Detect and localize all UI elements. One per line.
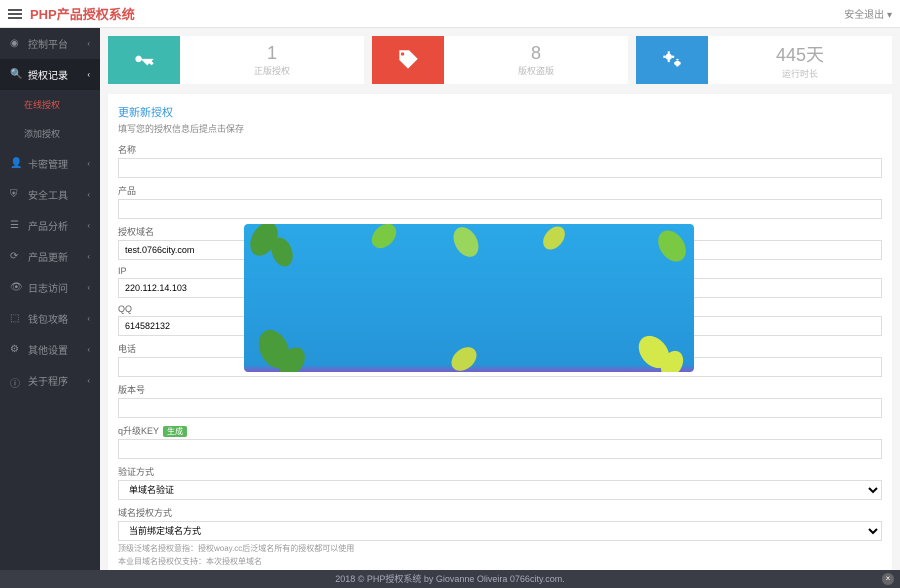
- list-icon: ☰: [10, 220, 22, 232]
- sidebar-subitem-add-auth[interactable]: 添加授权: [0, 119, 100, 148]
- stats-row: 1正版授权 8版权盗版 445天运行时长: [108, 36, 892, 84]
- bind-label: 域名授权方式: [118, 506, 882, 519]
- stat-value: 8: [444, 43, 628, 64]
- name-label: 名称: [118, 143, 882, 156]
- sidebar-item-security[interactable]: ⛨安全工具‹: [0, 179, 100, 210]
- verify-label: 验证方式: [118, 465, 882, 478]
- eye-icon: 👁: [10, 282, 22, 294]
- version-label: 版本号: [118, 383, 882, 396]
- sidebar-item-logs[interactable]: 👁日志访问‹: [0, 272, 100, 303]
- form-title: 更新新授权: [118, 104, 882, 120]
- version-input[interactable]: [118, 398, 882, 418]
- sidebar: ◉控制平台‹ 🔍授权记录‹ 在线授权 添加授权 👤卡密管理‹ ⛨安全工具‹ ☰产…: [0, 28, 100, 570]
- gears-icon: [636, 36, 708, 84]
- footer-text: 2018 © PHP授权系统 by Giovanne Oliveira 0766…: [335, 574, 565, 584]
- sidebar-item-settings[interactable]: ⚙其他设置‹: [0, 334, 100, 365]
- stat-card-uptime: 445天运行时长: [636, 36, 892, 84]
- sidebar-item-auth-records[interactable]: 🔍授权记录‹: [0, 59, 100, 90]
- wallet-icon: ⬚: [10, 313, 22, 325]
- key-icon: [108, 36, 180, 84]
- stat-label: 运行时长: [708, 67, 892, 80]
- stat-value: 1: [180, 43, 364, 64]
- refresh-icon: ⟳: [10, 251, 22, 263]
- stat-card-auth: 1正版授权: [108, 36, 364, 84]
- generate-badge[interactable]: 生成: [163, 426, 187, 437]
- decorative-banner: [244, 224, 694, 372]
- stat-value: 445天: [708, 41, 892, 67]
- sidebar-item-card[interactable]: 👤卡密管理‹: [0, 148, 100, 179]
- info-icon: ⓘ: [10, 375, 22, 387]
- footer-close-icon[interactable]: ×: [882, 573, 894, 585]
- sidebar-item-analysis[interactable]: ☰产品分析‹: [0, 210, 100, 241]
- stat-label: 版权盗版: [444, 64, 628, 77]
- menu-toggle-icon[interactable]: [8, 7, 22, 21]
- app-logo: PHP产品授权系统: [30, 4, 135, 23]
- product-input[interactable]: [118, 199, 882, 219]
- stat-label: 正版授权: [180, 64, 364, 77]
- sidebar-item-about[interactable]: ⓘ关于程序‹: [0, 365, 100, 396]
- product-label: 产品: [118, 184, 882, 197]
- sidebar-subitem-online-auth[interactable]: 在线授权: [0, 90, 100, 119]
- form-subtitle: 填写您的授权信息后提点击保存: [118, 122, 882, 135]
- user-icon: 👤: [10, 158, 22, 170]
- sidebar-item-dashboard[interactable]: ◉控制平台‹: [0, 28, 100, 59]
- search-icon: 🔍: [10, 69, 22, 81]
- dashboard-icon: ◉: [10, 38, 22, 50]
- header: PHP产品授权系统 安全退出 ▾: [0, 0, 900, 28]
- sidebar-item-wallet[interactable]: ⬚钱包攻略‹: [0, 303, 100, 334]
- bind-help2: 本业目域名授权仅支持：本次授权单域名: [118, 556, 882, 567]
- stat-card-piracy: 8版权盗版: [372, 36, 628, 84]
- key-input[interactable]: [118, 439, 882, 459]
- footer: 2018 © PHP授权系统 by Giovanne Oliveira 0766…: [0, 570, 900, 588]
- bind-select[interactable]: 当前绑定域名方式: [118, 521, 882, 541]
- logout-link[interactable]: 安全退出 ▾: [844, 6, 892, 21]
- tag-icon: [372, 36, 444, 84]
- leaves-decoration: [244, 224, 694, 372]
- name-input[interactable]: [118, 158, 882, 178]
- key-label: q升级KEY生成: [118, 424, 882, 437]
- bind-help1: 顶级泛域名授权意指：授权woay.cc后泛域名所有的授权都可以使用: [118, 543, 882, 554]
- verify-select[interactable]: 单域名验证: [118, 480, 882, 500]
- shield-icon: ⛨: [10, 189, 22, 201]
- cog-icon: ⚙: [10, 344, 22, 356]
- sidebar-item-update[interactable]: ⟳产品更新‹: [0, 241, 100, 272]
